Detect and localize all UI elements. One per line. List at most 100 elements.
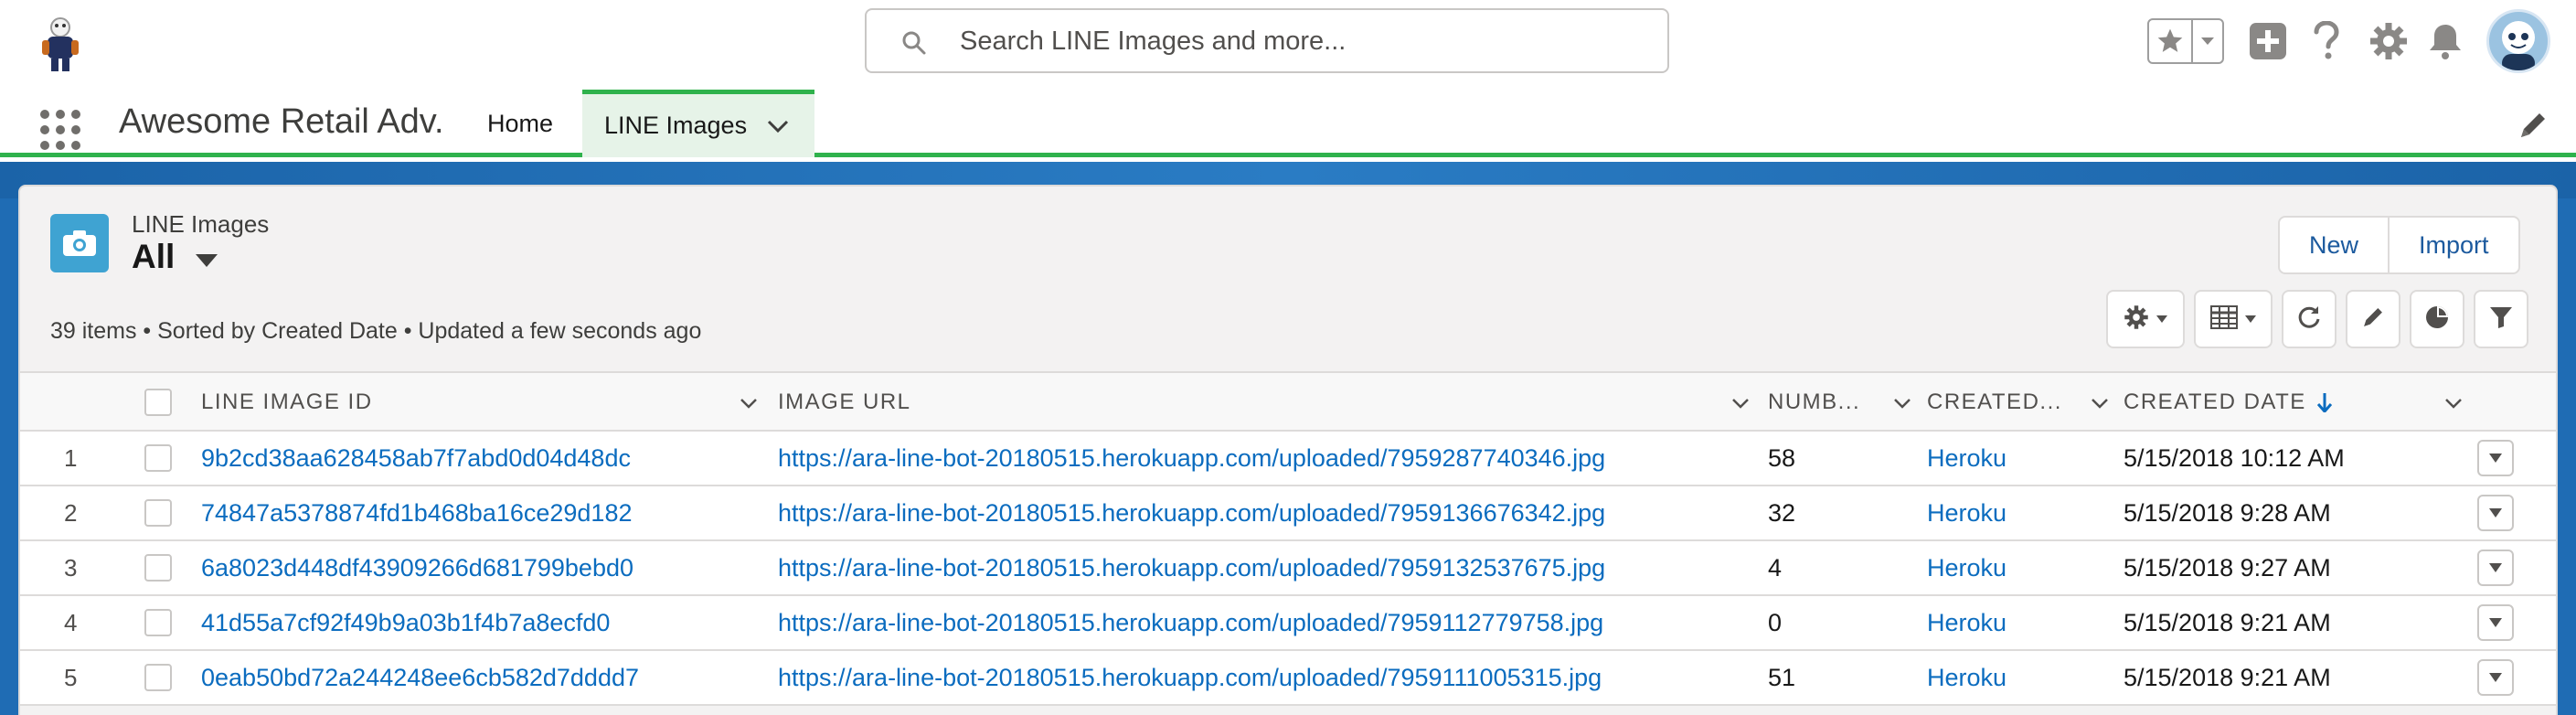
- image-url-link[interactable]: https://ara-line-bot-20180515.herokuapp.…: [778, 486, 1605, 539]
- created-by-link[interactable]: Heroku: [1927, 651, 2007, 704]
- pencil-icon: [2361, 305, 2385, 334]
- created-date-cell: 5/15/2018 9:21 AM: [2124, 608, 2331, 636]
- list-status-text: 39 items • Sorted by Created Date • Upda…: [50, 318, 702, 344]
- global-search-input[interactable]: Search LINE Images and more...: [865, 8, 1669, 73]
- table-row: 3 6a8023d448df43909266d681799bebd0 https…: [20, 541, 2556, 596]
- chevron-down-icon: [2245, 311, 2256, 327]
- table-row: 2 74847a5378874fd1b468ba16ce29d182 https…: [20, 486, 2556, 541]
- add-icon[interactable]: [2245, 18, 2291, 64]
- chevron-down-icon[interactable]: [2477, 440, 2514, 476]
- table-row: 5 0eab50bd72a244248ee6cb582d7dddd7 https…: [20, 651, 2556, 706]
- chevron-down-icon[interactable]: [739, 393, 759, 413]
- image-url-link[interactable]: https://ara-line-bot-20180515.herokuapp.…: [778, 651, 1602, 704]
- import-button[interactable]: Import: [2388, 218, 2518, 272]
- chevron-down-icon[interactable]: [2477, 495, 2514, 531]
- charts-button[interactable]: [2410, 290, 2464, 348]
- filter-button[interactable]: [2474, 290, 2528, 348]
- row-number: 4: [64, 608, 78, 636]
- camera-icon: [50, 214, 109, 272]
- app-name: Awesome Retail Adv.: [119, 102, 444, 141]
- row-checkbox[interactable]: [144, 596, 172, 649]
- created-date-cell: 5/15/2018 10:12 AM: [2124, 443, 2345, 472]
- chevron-down-icon[interactable]: [1892, 393, 1912, 413]
- line-image-id-link[interactable]: 6a8023d448df43909266d681799bebd0: [201, 541, 633, 594]
- app-launcher-icon[interactable]: [38, 108, 82, 152]
- number-cell: 0: [1768, 608, 1783, 636]
- chevron-down-icon[interactable]: [2090, 393, 2110, 413]
- column-header-created-date[interactable]: CREATED DATE: [2124, 373, 2471, 432]
- pencil-icon[interactable]: [2517, 110, 2549, 141]
- row-actions-button[interactable]: [2477, 486, 2514, 539]
- tab-line-images-label: LINE Images: [604, 112, 748, 139]
- chevron-down-icon[interactable]: [767, 112, 789, 140]
- row-checkbox[interactable]: [144, 541, 172, 594]
- line-image-id-link[interactable]: 9b2cd38aa628458ab7f7abd0d04d48dc: [201, 432, 631, 485]
- global-header: Search LINE Images and more...: [0, 0, 2576, 90]
- image-url-link[interactable]: https://ara-line-bot-20180515.herokuapp.…: [778, 541, 1605, 594]
- row-actions-button[interactable]: [2477, 432, 2514, 485]
- image-url-link[interactable]: https://ara-line-bot-20180515.herokuapp.…: [778, 432, 1605, 485]
- filter-icon: [2488, 304, 2514, 335]
- line-image-id-link[interactable]: 0eab50bd72a244248ee6cb582d7dddd7: [201, 651, 639, 704]
- column-header-created-by[interactable]: CREATED...: [1927, 373, 2114, 432]
- created-date-cell: 5/15/2018 9:28 AM: [2124, 498, 2331, 527]
- app-nav-bar: Awesome Retail Adv. Home LINE Images: [0, 90, 2576, 157]
- number-cell: 51: [1768, 663, 1796, 691]
- number-cell: 4: [1768, 553, 1783, 582]
- chevron-down-icon[interactable]: [1730, 393, 1751, 413]
- line-image-id-link[interactable]: 74847a5378874fd1b468ba16ce29d182: [201, 486, 633, 539]
- chevron-down-icon[interactable]: [2477, 550, 2514, 586]
- column-header-image-url[interactable]: IMAGE URL: [778, 373, 1756, 432]
- favorites-button-group[interactable]: [2147, 18, 2224, 64]
- bell-icon[interactable]: [2422, 18, 2468, 64]
- new-button[interactable]: New: [2280, 218, 2388, 272]
- row-checkbox[interactable]: [144, 486, 172, 539]
- refresh-button[interactable]: [2282, 290, 2336, 348]
- chevron-down-icon: [195, 238, 218, 276]
- created-by-link[interactable]: Heroku: [1927, 432, 2007, 485]
- star-icon[interactable]: [2149, 20, 2193, 62]
- chevron-down-icon[interactable]: [2477, 659, 2514, 696]
- row-number: 1: [64, 443, 78, 472]
- list-view-selector[interactable]: All: [132, 238, 218, 276]
- created-by-link[interactable]: Heroku: [1927, 541, 2007, 594]
- row-actions-button[interactable]: [2477, 651, 2514, 704]
- table-icon: [2210, 304, 2238, 334]
- edit-list-button[interactable]: [2346, 290, 2400, 348]
- chevron-down-icon[interactable]: [2443, 393, 2464, 413]
- row-number: 5: [64, 663, 78, 691]
- line-image-id-link[interactable]: 41d55a7cf92f49b9a03b1f4b7a8ecfd0: [201, 596, 610, 649]
- display-as-button[interactable]: [2194, 290, 2273, 348]
- row-actions-button[interactable]: [2477, 541, 2514, 594]
- number-cell: 32: [1768, 498, 1796, 527]
- tab-line-images[interactable]: LINE Images: [582, 90, 814, 157]
- created-by-link[interactable]: Heroku: [1927, 486, 2007, 539]
- search-icon: [901, 30, 927, 56]
- tab-home[interactable]: Home: [468, 90, 572, 157]
- list-settings-button[interactable]: [2106, 290, 2185, 348]
- search-placeholder: Search LINE Images and more...: [960, 27, 1347, 56]
- row-actions-button[interactable]: [2477, 596, 2514, 649]
- row-number: 3: [64, 553, 78, 582]
- image-url-link[interactable]: https://ara-line-bot-20180515.herokuapp.…: [778, 596, 1603, 649]
- records-table: LINE IMAGE ID IMAGE URL NUMB... CREATED.…: [20, 371, 2556, 706]
- list-view-name: All: [132, 238, 176, 275]
- number-cell: 58: [1768, 443, 1796, 472]
- row-checkbox[interactable]: [144, 432, 172, 485]
- org-logo[interactable]: [33, 15, 86, 75]
- table-row: 4 41d55a7cf92f49b9a03b1f4b7a8ecfd0 https…: [20, 596, 2556, 651]
- refresh-icon: [2296, 304, 2322, 335]
- created-by-link[interactable]: Heroku: [1927, 596, 2007, 649]
- row-number: 2: [64, 498, 78, 527]
- select-all-checkbox[interactable]: [144, 373, 172, 432]
- table-body: 1 9b2cd38aa628458ab7f7abd0d04d48dc https…: [20, 432, 2556, 706]
- column-header-number[interactable]: NUMB...: [1768, 373, 1923, 432]
- help-icon[interactable]: [2304, 18, 2349, 64]
- avatar[interactable]: [2486, 9, 2550, 73]
- chevron-down-icon[interactable]: [2193, 20, 2222, 62]
- row-checkbox[interactable]: [144, 651, 172, 704]
- gear-icon: [2124, 304, 2149, 335]
- chevron-down-icon[interactable]: [2477, 604, 2514, 641]
- column-header-line-image-id[interactable]: LINE IMAGE ID: [201, 373, 768, 432]
- gear-icon[interactable]: [2366, 18, 2411, 64]
